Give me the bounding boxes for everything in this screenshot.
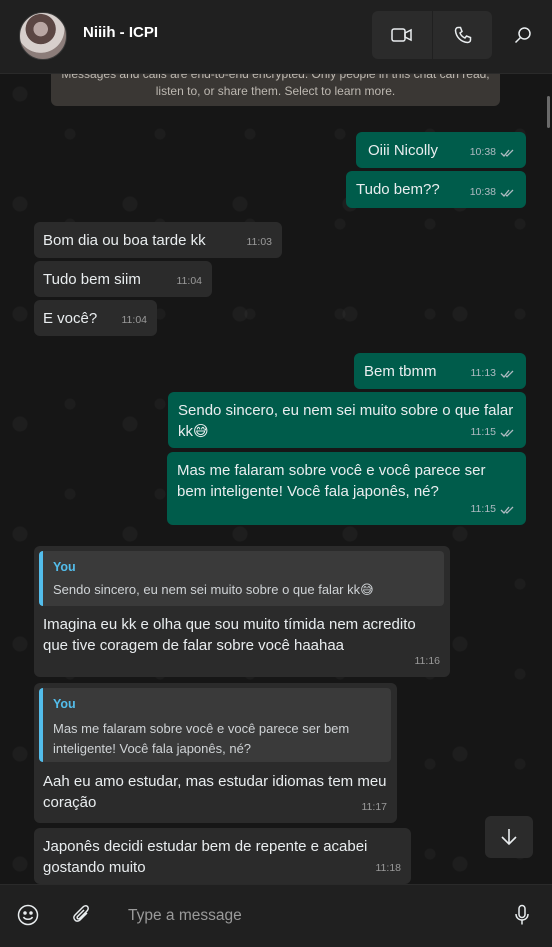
quoted-message[interactable]: You Sendo sincero, eu nem sei muito sobr… xyxy=(39,551,444,606)
message-time: 10:38 xyxy=(469,186,496,198)
voice-call-button[interactable] xyxy=(432,11,492,59)
quote-text: Mas me falaram sobre você e você parece … xyxy=(53,721,350,756)
double-check-icon xyxy=(500,370,514,378)
message-meta: 10:38 xyxy=(470,182,516,203)
message-bubble-incoming-reply[interactable]: You Mas me falaram sobre você e você par… xyxy=(34,683,397,823)
avatar[interactable] xyxy=(19,12,67,60)
message-meta: 11:04 xyxy=(122,310,148,331)
message-time: 11:16 xyxy=(414,655,441,667)
message-input[interactable] xyxy=(118,901,488,931)
message-meta: 11:18 xyxy=(376,858,402,879)
chat-header: Niiih - ICPI xyxy=(0,0,552,74)
message-meta: 11:04 xyxy=(177,271,203,292)
message-time: 11:15 xyxy=(470,426,497,438)
message-bubble-outgoing[interactable]: Sendo sincero, eu nem sei muito sobre o … xyxy=(168,392,526,448)
scroll-to-bottom-button[interactable] xyxy=(485,816,533,858)
video-camera-icon xyxy=(391,28,412,42)
message-bubble-outgoing[interactable]: Oiii Nicolly 10:38 xyxy=(356,132,526,168)
encryption-notice[interactable]: Messages and calls are end-to-end encryp… xyxy=(51,74,500,106)
message-text: Sendo sincero, eu nem sei muito sobre o … xyxy=(178,402,514,440)
scrollbar-thumb[interactable] xyxy=(547,96,550,128)
search-button[interactable] xyxy=(506,18,540,52)
quote-text: Sendo sincero, eu nem sei muito sobre o … xyxy=(53,582,374,597)
message-time: 11:18 xyxy=(375,862,402,874)
message-time: 11:03 xyxy=(246,236,273,248)
search-icon xyxy=(514,27,531,44)
paperclip-icon xyxy=(73,905,89,922)
message-text: Aah eu amo estudar, mas estudar idiomas … xyxy=(43,773,387,811)
message-time: 10:38 xyxy=(469,146,496,158)
message-bubble-incoming-reply[interactable]: You Sendo sincero, eu nem sei muito sobr… xyxy=(34,546,450,677)
emoji-button[interactable] xyxy=(16,903,40,927)
double-check-icon xyxy=(500,506,514,514)
message-text: Bom dia ou boa tarde kk xyxy=(43,232,206,249)
message-meta: 11:15 xyxy=(471,499,517,520)
message-bubble-outgoing[interactable]: Tudo bem?? 10:38 xyxy=(346,171,526,208)
emoji-icon xyxy=(17,904,39,926)
message-time: 11:13 xyxy=(470,367,497,379)
contact-name[interactable]: Niiih - ICPI xyxy=(83,24,158,41)
message-meta: 11:03 xyxy=(247,232,273,253)
message-time: 11:04 xyxy=(121,314,148,326)
message-meta: 11:13 xyxy=(471,363,517,384)
call-buttons xyxy=(372,11,492,59)
chevron-down-icon xyxy=(501,829,517,846)
message-bubble-incoming[interactable]: Bom dia ou boa tarde kk 11:03 xyxy=(34,222,282,258)
message-text: Imagina eu kk e olha que sou muito tímid… xyxy=(43,616,416,654)
voice-message-button[interactable] xyxy=(510,903,534,927)
double-check-icon xyxy=(500,149,514,157)
double-check-icon xyxy=(500,189,514,197)
quote-author: You xyxy=(53,697,76,711)
message-time: 11:17 xyxy=(361,801,388,813)
message-meta: 11:16 xyxy=(415,651,441,672)
message-text: Japonês decidi estudar bem de repente e … xyxy=(43,838,368,876)
message-meta: 11:17 xyxy=(362,797,388,818)
message-bubble-outgoing[interactable]: Bem tbmm 11:13 xyxy=(354,353,526,389)
attach-button[interactable] xyxy=(70,903,94,927)
double-check-icon xyxy=(500,429,514,437)
phone-icon xyxy=(454,26,471,44)
quoted-message[interactable]: You Mas me falaram sobre você e você par… xyxy=(39,688,391,762)
message-meta: 11:15 xyxy=(471,422,517,443)
message-composer xyxy=(0,884,552,947)
quote-author: You xyxy=(53,560,76,574)
message-bubble-incoming[interactable]: E você? 11:04 xyxy=(34,300,157,336)
message-meta: 10:38 xyxy=(470,142,516,163)
video-call-button[interactable] xyxy=(372,11,432,59)
message-time: 11:04 xyxy=(176,275,203,287)
message-bubble-incoming[interactable]: Tudo bem siim 11:04 xyxy=(34,261,212,297)
message-time: 11:15 xyxy=(470,503,497,515)
microphone-icon xyxy=(515,904,529,925)
chat-area[interactable]: Messages and calls are end-to-end encryp… xyxy=(0,74,552,884)
message-bubble-incoming[interactable]: Japonês decidi estudar bem de repente e … xyxy=(34,828,411,884)
message-text: Mas me falaram sobre você e você parece … xyxy=(177,462,486,500)
message-bubble-outgoing[interactable]: Mas me falaram sobre você e você parece … xyxy=(167,452,526,525)
